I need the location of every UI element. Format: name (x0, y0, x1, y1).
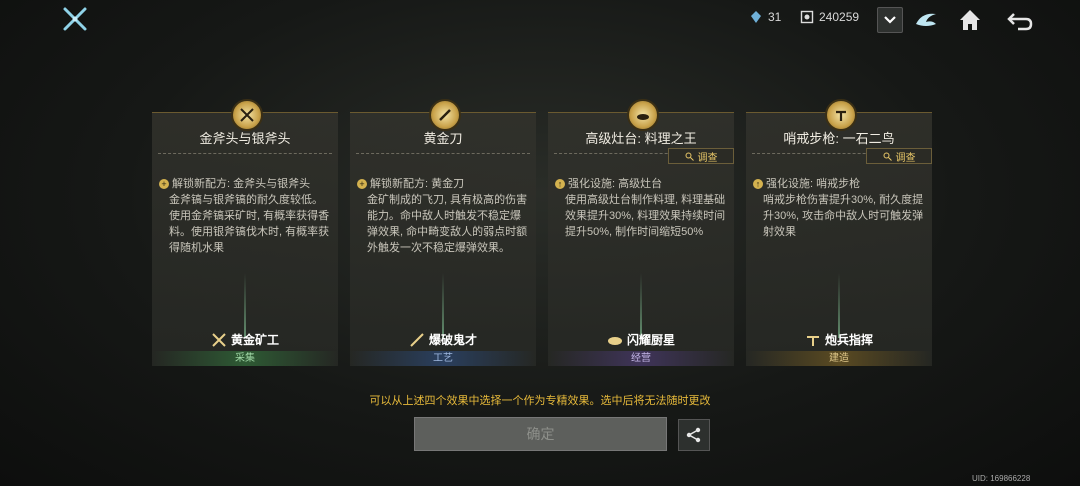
card-title: 哨戒步枪: 一石二鸟 (783, 131, 895, 146)
effect-desc: 哨戒步枪伤害提升30%, 耐久度提升30%, 攻击命中敌人时可触发弹射效果 (763, 194, 924, 238)
effect-head: 解锁新配方: 金斧头与银斧头 (172, 178, 311, 190)
card-body: + 解锁新配方: 金斧头与银斧头 金斧镐与银斧镐的耐久度较低。使用金斧镐采矿时, … (159, 176, 333, 256)
crossed-pickaxes-icon (212, 332, 226, 347)
effect-desc: 金矿制成的飞刀, 具有极高的伤害能力。命中敌人时触发不稳定爆弹效果, 命中畸变敌… (367, 194, 528, 254)
badge-label: 黄金矿工 (230, 333, 279, 347)
effect-head: 解锁新配方: 黄金刀 (370, 178, 465, 190)
coin-icon (800, 10, 814, 24)
card-title: 黄金刀 (423, 131, 463, 146)
plus-icon: + (159, 179, 169, 189)
title-badge: 黄金矿工 (152, 331, 338, 348)
back-icon[interactable] (1006, 6, 1034, 34)
search-icon (685, 152, 694, 161)
perk-card-4[interactable]: 哨戒步枪: 一石二鸟 调查 ↑ 强化设施: 哨戒步枪 哨戒步枪伤害提升30%, 耐… (746, 99, 932, 366)
light-beam (442, 273, 444, 338)
effect-desc: 金斧镐与银斧镐的耐久度较低。使用金斧镐采矿时, 有概率获得香料。使用银斧镐伐木时… (169, 194, 330, 254)
game-logo-icon[interactable] (62, 6, 88, 32)
home-icon[interactable] (956, 6, 984, 34)
crystal-count: 31 (768, 10, 782, 24)
card-title: 高级灶台: 料理之王 (585, 131, 697, 146)
share-icon (686, 427, 701, 443)
title-badge: 炮兵指挥 (746, 331, 932, 348)
crossed-pickaxes-icon (231, 99, 263, 131)
investigate-label: 调查 (895, 152, 916, 164)
effect-head: 强化设施: 高级灶台 (568, 178, 663, 190)
share-button[interactable] (678, 419, 710, 451)
light-beam (640, 273, 642, 338)
category-label: 采集 (152, 351, 338, 366)
user-id: UID: 169866228 (972, 474, 1031, 483)
light-beam (244, 273, 246, 338)
category-label: 建造 (746, 351, 932, 366)
up-arrow-icon: ↑ (555, 179, 565, 189)
investigate-button[interactable]: 调查 (668, 148, 734, 164)
card-title: 金斧头与银斧头 (199, 131, 291, 146)
card-body: ↑ 强化设施: 高级灶台 使用高级灶台制作料理, 料理基础效果提升30%, 料理效… (555, 176, 729, 240)
sentry-rifle-icon (806, 335, 819, 346)
investigate-button[interactable]: 调查 (866, 148, 932, 164)
category-label: 工艺 (350, 351, 536, 366)
badge-label: 炮兵指挥 (824, 333, 873, 347)
confirm-button[interactable]: 确定 (414, 417, 667, 451)
sentry-rifle-icon (825, 99, 857, 131)
cooking-pot-icon (627, 99, 659, 131)
title-badge: 闪耀厨星 (548, 331, 734, 348)
top-bar: 31 240259 (0, 0, 1080, 40)
dragon-emblem-icon[interactable] (912, 6, 940, 34)
divider (356, 153, 530, 154)
plus-icon: + (357, 179, 367, 189)
perk-card-1[interactable]: 金斧头与银斧头 + 解锁新配方: 金斧头与银斧头 金斧镐与银斧镐的耐久度较低。使用… (152, 99, 338, 366)
category-label: 经营 (548, 351, 734, 366)
card-body: ↑ 强化设施: 哨戒步枪 哨戒步枪伤害提升30%, 耐久度提升30%, 攻击命中敌… (753, 176, 927, 240)
perk-card-3[interactable]: 高级灶台: 料理之王 调查 ↑ 强化设施: 高级灶台 使用高级灶台制作料理, 料理… (548, 99, 734, 366)
crystal-counter: 31 (749, 10, 781, 24)
investigate-label: 调查 (697, 152, 718, 164)
crystal-icon (751, 11, 761, 23)
selection-notice: 可以从上述四个效果中选择一个作为专精效果。选中后将无法随时更改 (369, 395, 711, 407)
light-beam (838, 273, 840, 338)
card-body: + 解锁新配方: 黄金刀 金矿制成的飞刀, 具有极高的伤害能力。命中敌人时触发不稳… (357, 176, 531, 256)
search-icon (883, 152, 892, 161)
effect-desc: 使用高级灶台制作料理, 料理基础效果提升30%, 料理效果持续时间提升50%, … (565, 194, 726, 238)
knife-icon (429, 99, 461, 131)
perk-card-2[interactable]: 黄金刀 + 解锁新配方: 黄金刀 金矿制成的飞刀, 具有极高的伤害能力。命中敌人时… (350, 99, 536, 366)
effect-head: 强化设施: 哨戒步枪 (766, 178, 861, 190)
coin-count: 240259 (819, 10, 860, 24)
dropdown-button[interactable] (877, 7, 903, 33)
knife-icon (410, 332, 424, 347)
divider (158, 153, 332, 154)
up-arrow-icon: ↑ (753, 179, 763, 189)
chevron-down-icon (884, 16, 896, 24)
coin-counter: 240259 (800, 10, 859, 24)
cooking-pot-icon (607, 336, 622, 345)
title-badge: 爆破鬼才 (350, 331, 536, 348)
badge-label: 闪耀厨星 (626, 333, 675, 347)
badge-label: 爆破鬼才 (428, 333, 477, 347)
